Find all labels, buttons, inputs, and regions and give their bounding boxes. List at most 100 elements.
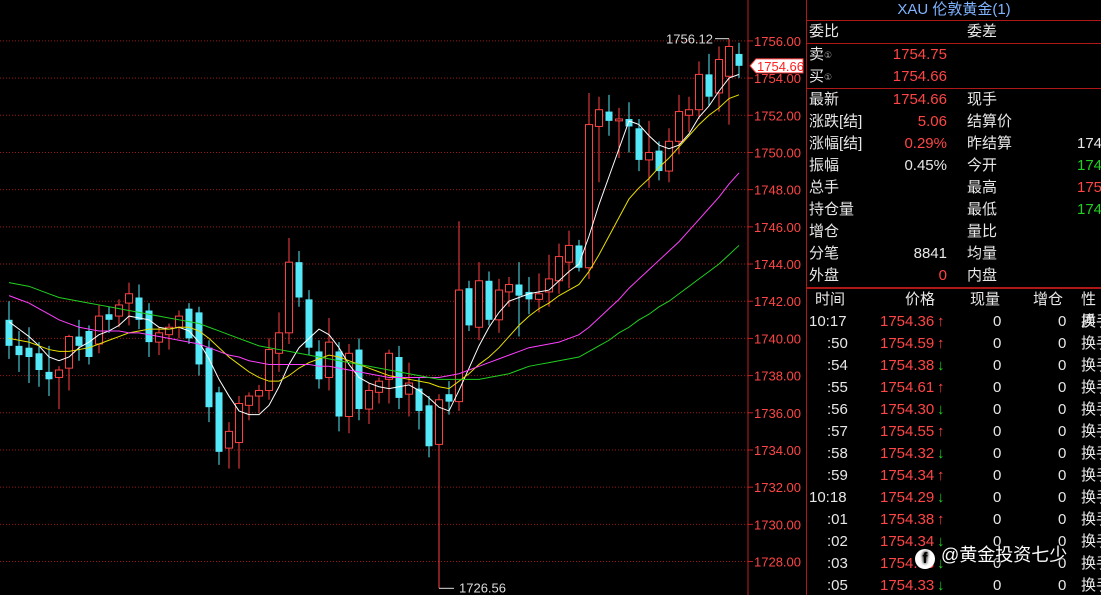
candle-body <box>35 353 43 371</box>
tick-row[interactable]: :05 1754.33↓ 0 0 换手 <box>807 575 1101 595</box>
tick-row[interactable]: :55 1754.61↑ 0 0 换手 <box>807 377 1101 399</box>
tick-direction-icon: ↓ <box>937 445 945 462</box>
candle-body <box>15 345 23 356</box>
candle-body <box>105 314 113 320</box>
y-tick-label: 1732.00 <box>754 480 801 495</box>
tick-volume: 0 <box>993 379 1002 396</box>
tick-nature: 换手 <box>1081 335 1101 352</box>
tick-nature: 换手 <box>1081 511 1101 528</box>
stat-label-2: 现手 <box>967 91 998 108</box>
tick-row[interactable]: :57 1754.55↑ 0 0 换手 <box>807 421 1101 443</box>
tick-nature: 换手 <box>1081 379 1101 396</box>
tick-price: 1754.55 <box>880 423 935 440</box>
tick-price: 1754.36 <box>880 313 935 330</box>
candle-body <box>265 349 273 391</box>
tick-nature: 换手 <box>1081 401 1101 418</box>
chart-canvas[interactable]: 1756.001754.001752.001750.001748.001746.… <box>0 0 806 595</box>
candle-body <box>125 293 133 304</box>
candle-body <box>615 118 623 122</box>
stat-value: 8841 <box>913 245 947 262</box>
tick-row[interactable]: 10:17 1754.36↑ 0 0 换手 <box>807 311 1101 333</box>
stat-row: 外盘 0 内盘 <box>807 265 1101 288</box>
tick-row[interactable]: :50 1754.59↑ 0 0 换手 <box>807 333 1101 355</box>
stat-label-2: 最高 <box>967 179 998 196</box>
bid-ratio-row: 委比 委差 <box>807 21 1101 44</box>
bid-diff-label: 委差 <box>967 23 998 40</box>
tick-volume: 0 <box>993 423 1002 440</box>
tick-row[interactable]: :56 1754.30↓ 0 0 换手 <box>807 399 1101 421</box>
stat-label-2: 结算价 <box>967 113 1013 130</box>
tick-volume: 0 <box>993 335 1002 352</box>
candle-body <box>195 312 203 365</box>
tick-oi: 0 <box>1058 467 1067 484</box>
tick-direction-icon: ↓ <box>937 401 945 418</box>
stat-label: 振幅 <box>809 157 840 174</box>
tick-nature: 换手 <box>1081 555 1101 572</box>
tick-direction-icon: ↑ <box>937 423 945 440</box>
candle-body <box>505 283 513 293</box>
tick-time: :05 <box>827 577 848 594</box>
quote-panel: XAU 伦敦黄金(1) 委比 委差 卖① 1754.75 买① 1754.66 … <box>806 0 1101 595</box>
stats-block: 最新 1754.66 现手涨跌[结] 5.06 结算价涨幅[结] 0.29% 昨结算 1749… <box>807 89 1101 288</box>
tick-nature: 换手 <box>1081 357 1101 374</box>
stat-value: 0.45% <box>904 157 947 174</box>
tick-volume: 0 <box>993 511 1002 528</box>
candle-body <box>45 371 53 380</box>
tick-row[interactable]: :54 1754.38↓ 0 0 换手 <box>807 355 1101 377</box>
stat-label: 外盘 <box>809 267 840 284</box>
candle-body <box>585 124 593 269</box>
candle-body <box>115 304 123 317</box>
candle-body <box>245 395 253 406</box>
panel-title[interactable]: XAU 伦敦黄金(1) <box>807 0 1101 21</box>
stat-value: 0.29% <box>904 135 947 152</box>
candle-body <box>145 310 153 343</box>
bid-price: 1754.66 <box>892 68 947 85</box>
y-tick-label: 1750.00 <box>754 145 801 160</box>
candle-body <box>645 151 653 161</box>
candle-body <box>485 280 493 320</box>
candle-body <box>235 402 243 444</box>
y-tick-label: 1728.00 <box>754 555 801 570</box>
tick-row[interactable]: :59 1754.34↑ 0 0 换手 <box>807 465 1101 487</box>
tick-oi: 0 <box>1058 357 1067 374</box>
tick-volume: 0 <box>993 445 1002 462</box>
stat-label: 涨跌[结] <box>809 113 863 130</box>
tick-nature: 换手 <box>1081 533 1101 550</box>
stat-label-2: 昨结算 <box>967 135 1013 152</box>
col-openinterest: 增仓 <box>1033 291 1064 308</box>
tick-oi: 0 <box>1058 379 1067 396</box>
candle-body <box>435 399 443 445</box>
tick-volume: 0 <box>993 467 1002 484</box>
tick-row[interactable]: 10:18 1754.29↓ 0 0 换手 <box>807 487 1101 509</box>
candle-body <box>735 53 743 66</box>
stat-value-2: 1756 <box>1077 179 1101 196</box>
y-tick-label: 1744.00 <box>754 257 801 272</box>
tick-volume: 0 <box>993 357 1002 374</box>
tick-price: 1754.34 <box>880 467 935 484</box>
tick-oi: 0 <box>1058 511 1067 528</box>
tick-row[interactable]: :01 1754.38↑ 0 0 换手 <box>807 509 1101 531</box>
y-tick-label: 1742.00 <box>754 294 801 309</box>
tick-direction-icon: ↑ <box>937 511 945 528</box>
ask-row[interactable]: 卖① 1754.75 <box>807 44 1101 66</box>
tick-nature: 换手 <box>1081 467 1101 484</box>
tick-nature: 换手 <box>1081 489 1101 506</box>
candle-body <box>55 369 63 378</box>
tick-volume: 0 <box>993 401 1002 418</box>
tick-price: 1754.59 <box>880 335 935 352</box>
y-tick-label: 1736.00 <box>754 406 801 421</box>
tick-price: 1754.38 <box>880 511 935 528</box>
ask-label: 卖① <box>809 46 833 63</box>
tick-row[interactable]: :58 1754.32↓ 0 0 换手 <box>807 443 1101 465</box>
y-tick-label: 1748.00 <box>754 183 801 198</box>
tick-time: :54 <box>827 357 848 374</box>
candlestick-chart[interactable]: 1756.00 1754.00 1752.00 1750.00 1748.00 1746.… <box>0 0 806 595</box>
tick-time: :59 <box>827 467 848 484</box>
candle-body <box>75 336 83 346</box>
candle-body <box>295 262 303 298</box>
bid-row[interactable]: 买① 1754.66 <box>807 66 1101 89</box>
stat-row: 增仓 量比 <box>807 221 1101 243</box>
tick-volume: 0 <box>993 489 1002 506</box>
tick-direction-icon: ↑ <box>937 467 945 484</box>
candle-body <box>595 109 603 127</box>
